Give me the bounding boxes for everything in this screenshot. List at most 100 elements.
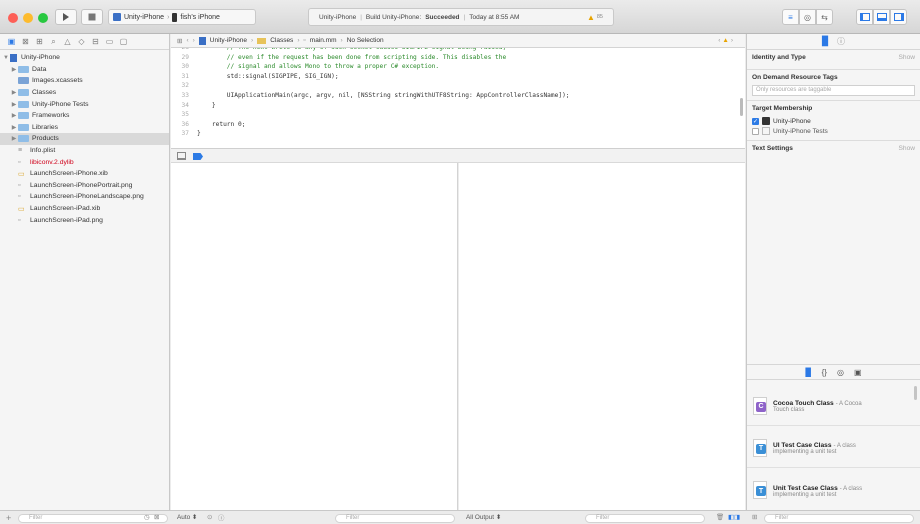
odr-section: On Demand Resource Tags Only resources a…: [747, 70, 920, 101]
print-description-icon[interactable]: ⓘ: [218, 513, 224, 522]
target-header: Target Membership: [752, 105, 813, 112]
navigator-item[interactable]: ▶ Unity-iPhone Tests: [0, 98, 169, 110]
jump-project[interactable]: Unity-iPhone: [210, 37, 247, 44]
run-button[interactable]: [55, 9, 77, 25]
navigator-item[interactable]: ▭ LaunchScreen-iPhone.xib: [0, 168, 169, 180]
navigator-item[interactable]: ▫ LaunchScreen-iPhoneLandscape.png: [0, 191, 169, 203]
breakpoints-toggle-icon[interactable]: [193, 153, 203, 160]
variables-filter[interactable]: Filter: [335, 514, 455, 523]
issue-icon[interactable]: △: [62, 37, 73, 47]
grid-view-icon[interactable]: ⊞: [752, 513, 757, 521]
next-issue-icon[interactable]: ›: [731, 37, 733, 44]
debug-icon[interactable]: ⊟: [90, 37, 101, 47]
navigator-item-label: LaunchScreen-iPad.xib: [30, 205, 101, 213]
code-snippet-library-icon[interactable]: {}: [822, 368, 827, 377]
toggle-debug-area-icon[interactable]: [873, 9, 890, 25]
file-inspector-icon[interactable]: ▉: [822, 36, 829, 47]
template-desc-inline: - A class: [833, 443, 856, 449]
quick-help-icon[interactable]: ⓘ: [837, 36, 845, 47]
editor-scrollbar[interactable]: [740, 98, 743, 116]
report-icon[interactable]: ▢: [118, 37, 129, 47]
console-filter[interactable]: Filter: [585, 514, 705, 523]
library-template-item[interactable]: T Unit Test Case Class - A class implementi…: [747, 470, 920, 510]
navigator-item[interactable]: ▫ LaunchScreen-iPhonePortrait.png: [0, 180, 169, 192]
library-template-item[interactable]: C Cocoa Touch Class - A Cocoa Touch class: [747, 386, 920, 426]
navigator-item[interactable]: Images.xcassets: [0, 75, 169, 87]
toggle-navigator-icon[interactable]: [856, 9, 873, 25]
code-text: return 0;: [197, 120, 246, 128]
jump-selection[interactable]: No Selection: [347, 37, 384, 44]
source-editor[interactable]: 28 // The next write to any of such sock…: [171, 48, 745, 148]
minimize-window-button[interactable]: [23, 13, 33, 23]
image-file-icon: ▫: [18, 216, 21, 224]
auto-selector[interactable]: Auto ⬍: [177, 513, 197, 521]
library-filter[interactable]: Filter: [764, 514, 914, 523]
scm-filter-icon[interactable]: ⊠: [154, 513, 159, 521]
object-library-icon[interactable]: ◎: [837, 368, 844, 377]
assistant-editor-icon[interactable]: ◎: [799, 9, 816, 25]
template-icon: T: [753, 481, 767, 499]
odr-tags-field[interactable]: Only resources are taggable: [752, 85, 915, 96]
output-selector[interactable]: All Output ⬍: [466, 513, 501, 521]
target-checkbox[interactable]: ✓: [752, 117, 759, 125]
code-line: 36 return 0;: [171, 121, 745, 131]
media-library-icon[interactable]: ▣: [854, 368, 862, 377]
add-file-icon[interactable]: +: [6, 513, 11, 523]
navigator-item[interactable]: ▼ Unity-iPhone: [0, 52, 169, 64]
back-arrow-icon[interactable]: ‹: [186, 37, 188, 44]
target-checkbox[interactable]: [752, 127, 759, 135]
template-text: Unit Test Case Class - A class implementin…: [773, 483, 862, 498]
navigator-item[interactable]: ▭ LaunchScreen-iPad.xib: [0, 203, 169, 215]
show-toggle[interactable]: Show: [899, 145, 916, 152]
disclosure-triangle-icon[interactable]: ▶: [10, 112, 18, 119]
source-control-icon[interactable]: ⊠: [20, 37, 31, 47]
file-template-library-icon[interactable]: ▉: [805, 368, 811, 377]
console-view[interactable]: [459, 163, 745, 510]
template-letter: T: [756, 486, 766, 496]
related-items-icon[interactable]: ⊞: [177, 37, 182, 45]
folder-icon[interactable]: ▣: [6, 37, 17, 47]
breakpoint-icon[interactable]: ▭: [104, 37, 115, 47]
show-toggle[interactable]: Show: [899, 54, 916, 61]
toggle-utilities-icon[interactable]: [890, 9, 907, 25]
close-window-button[interactable]: [8, 13, 18, 23]
navigator-item[interactable]: ▫ LaunchScreen-iPad.png: [0, 214, 169, 226]
stop-button[interactable]: [81, 9, 103, 25]
navigator-item[interactable]: ▶ Data: [0, 64, 169, 76]
quick-look-icon[interactable]: ⊙: [207, 513, 212, 521]
navigator-item[interactable]: ▶ Libraries: [0, 122, 169, 134]
split-view-icon[interactable]: ◧◨: [728, 513, 740, 521]
library-template-item[interactable]: T UI Test Case Class - A class implementing…: [747, 428, 920, 468]
version-editor-icon[interactable]: ⇆: [816, 9, 833, 25]
navigator-item[interactable]: ▶ Frameworks: [0, 110, 169, 122]
navigator-item[interactable]: ▫ libiconv.2.dylib: [0, 156, 169, 168]
disclosure-triangle-icon[interactable]: ▶: [10, 135, 18, 142]
scheme-selector[interactable]: Unity-iPhone › fish's iPhone: [108, 9, 256, 25]
standard-editor-icon[interactable]: ≡: [782, 9, 799, 25]
disclosure-triangle-icon[interactable]: ▶: [10, 89, 18, 96]
zoom-window-button[interactable]: [38, 13, 48, 23]
library-scrollbar[interactable]: [914, 386, 917, 400]
variables-view[interactable]: [171, 163, 458, 510]
disclosure-triangle-icon[interactable]: ▼: [2, 55, 10, 61]
test-icon[interactable]: ◇: [76, 37, 87, 47]
search-icon[interactable]: ⌕: [48, 37, 59, 47]
jump-file[interactable]: main.mm: [310, 37, 337, 44]
navigator-item[interactable]: ≡ Info.plist: [0, 145, 169, 157]
disclosure-triangle-icon[interactable]: ▶: [10, 66, 18, 73]
navigator-item[interactable]: ▶ Products: [0, 133, 169, 145]
disclosure-triangle-icon[interactable]: ▶: [10, 124, 18, 131]
issue-nav-controls[interactable]: ‹ ▲ ›: [718, 37, 733, 44]
navigator-item[interactable]: ▶ Classes: [0, 87, 169, 99]
previous-issue-icon[interactable]: ‹: [718, 37, 720, 44]
target-row: ✓ Unity-iPhone: [752, 116, 915, 126]
recent-files-icon[interactable]: ◷: [144, 513, 150, 521]
navigator-item-label: LaunchScreen-iPhone.xib: [30, 170, 108, 178]
hide-debug-area-icon[interactable]: [177, 152, 186, 160]
jump-group[interactable]: Classes: [270, 37, 293, 44]
symbol-icon[interactable]: ⊞: [34, 37, 45, 47]
forward-arrow-icon[interactable]: ›: [193, 37, 195, 44]
warning-badge[interactable]: ▲ 85: [587, 13, 603, 22]
trash-icon[interactable]: 🗑: [716, 513, 724, 521]
disclosure-triangle-icon[interactable]: ▶: [10, 101, 18, 108]
